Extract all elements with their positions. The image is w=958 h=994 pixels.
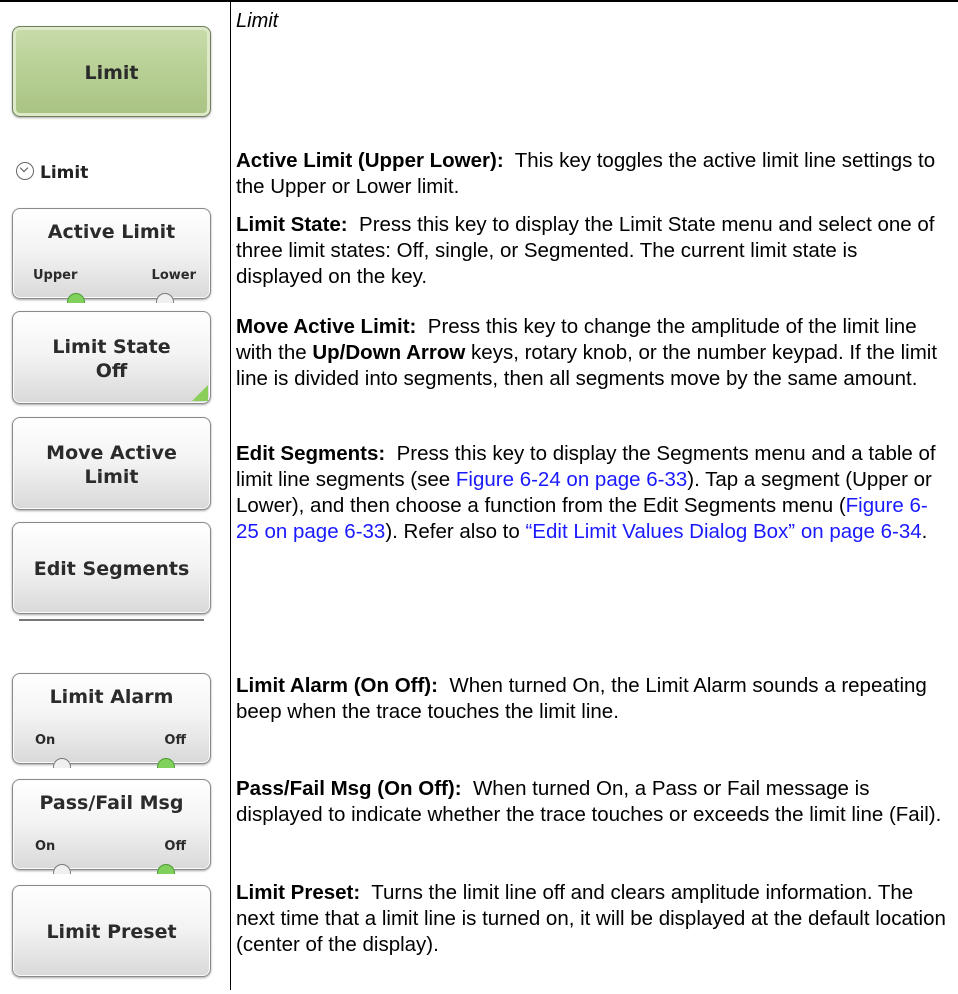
- move-active-label-line2: Limit: [84, 466, 139, 488]
- limit-preset-term: Limit Preset:: [236, 881, 361, 904]
- limit-preset-key[interactable]: Limit Preset: [12, 885, 211, 977]
- pass-fail-description: Pass/Fail Msg (On Off): When turned On, …: [236, 776, 948, 828]
- edit-segments-text4: .: [921, 520, 928, 543]
- active-limit-term: Active Limit (Upper Lower):: [236, 149, 504, 172]
- active-limit-label: Active Limit: [47, 221, 176, 243]
- pass-fail-term: Pass/Fail Msg (On Off):: [236, 777, 462, 800]
- limit-state-key[interactable]: Limit State Off: [12, 311, 211, 404]
- alarm-off-indicator-icon: [157, 758, 175, 768]
- move-active-limit-key[interactable]: Move Active Limit: [12, 417, 211, 510]
- move-active-label-line1: Move Active: [46, 442, 177, 464]
- lower-indicator-icon: [156, 293, 174, 303]
- active-limit-description: Active Limit (Upper Lower): This key tog…: [236, 148, 948, 200]
- edit-segments-description: Edit Segments: Press this key to display…: [236, 441, 948, 545]
- limit-alarm-term: Limit Alarm (On Off):: [236, 674, 438, 697]
- section-label: Limit: [40, 163, 89, 183]
- limit-state-description: Limit State: Press this key to display t…: [236, 212, 948, 290]
- limit-menu-title-key[interactable]: Limit: [12, 26, 211, 117]
- limit-preset-label: Limit Preset: [46, 921, 177, 943]
- pass-fail-off-label: Off: [164, 839, 186, 854]
- alarm-on-indicator-icon: [53, 758, 71, 768]
- limit-alarm-off-label: Off: [164, 733, 186, 748]
- limit-state-value: Off: [95, 360, 128, 382]
- msg-off-indicator-icon: [157, 864, 175, 874]
- limit-alarm-description: Limit Alarm (On Off): When turned On, th…: [236, 673, 948, 725]
- top-rule: [0, 0, 958, 2]
- limit-alarm-label: Limit Alarm: [49, 686, 174, 708]
- column-divider: [230, 2, 231, 990]
- move-active-description: Move Active Limit: Press this key to cha…: [236, 314, 948, 392]
- pass-fail-label: Pass/Fail Msg: [39, 792, 184, 814]
- edit-segments-key[interactable]: Edit Segments: [12, 522, 211, 614]
- pass-fail-msg-key[interactable]: Pass/Fail Msg On Off: [12, 779, 211, 874]
- limit-alarm-key[interactable]: Limit Alarm On Off: [12, 673, 211, 768]
- edit-segments-label: Edit Segments: [33, 558, 190, 580]
- active-limit-upper-label: Upper: [33, 268, 78, 283]
- pass-fail-on-label: On: [35, 839, 56, 854]
- submenu-corner-icon: [192, 385, 208, 401]
- active-limit-key[interactable]: Active Limit Upper Lower: [12, 208, 211, 303]
- figure-6-24-link[interactable]: Figure 6-24 on page 6-33: [456, 468, 687, 491]
- limit-preset-description: Limit Preset: Turns the limit line off a…: [236, 880, 948, 958]
- limit-key-label: Limit: [84, 62, 139, 84]
- msg-on-indicator-icon: [53, 864, 71, 874]
- chevron-down-icon: [16, 162, 34, 180]
- key-separator: [19, 619, 204, 621]
- limit-state-label: Limit State: [52, 336, 171, 358]
- edit-segments-text3: ). Refer also to: [385, 520, 520, 543]
- edit-segments-term: Edit Segments:: [236, 442, 386, 465]
- limit-alarm-on-label: On: [35, 733, 56, 748]
- move-active-bold: Up/Down Arrow: [312, 341, 466, 364]
- figure-caption: Limit: [236, 10, 279, 32]
- limit-state-term: Limit State:: [236, 213, 348, 236]
- upper-indicator-icon: [67, 293, 85, 303]
- active-limit-lower-label: Lower: [151, 268, 196, 283]
- move-active-term: Move Active Limit:: [236, 315, 417, 338]
- limit-section-header: Limit: [16, 162, 88, 186]
- edit-limit-values-link[interactable]: “Edit Limit Values Dialog Box” on page 6…: [525, 520, 921, 543]
